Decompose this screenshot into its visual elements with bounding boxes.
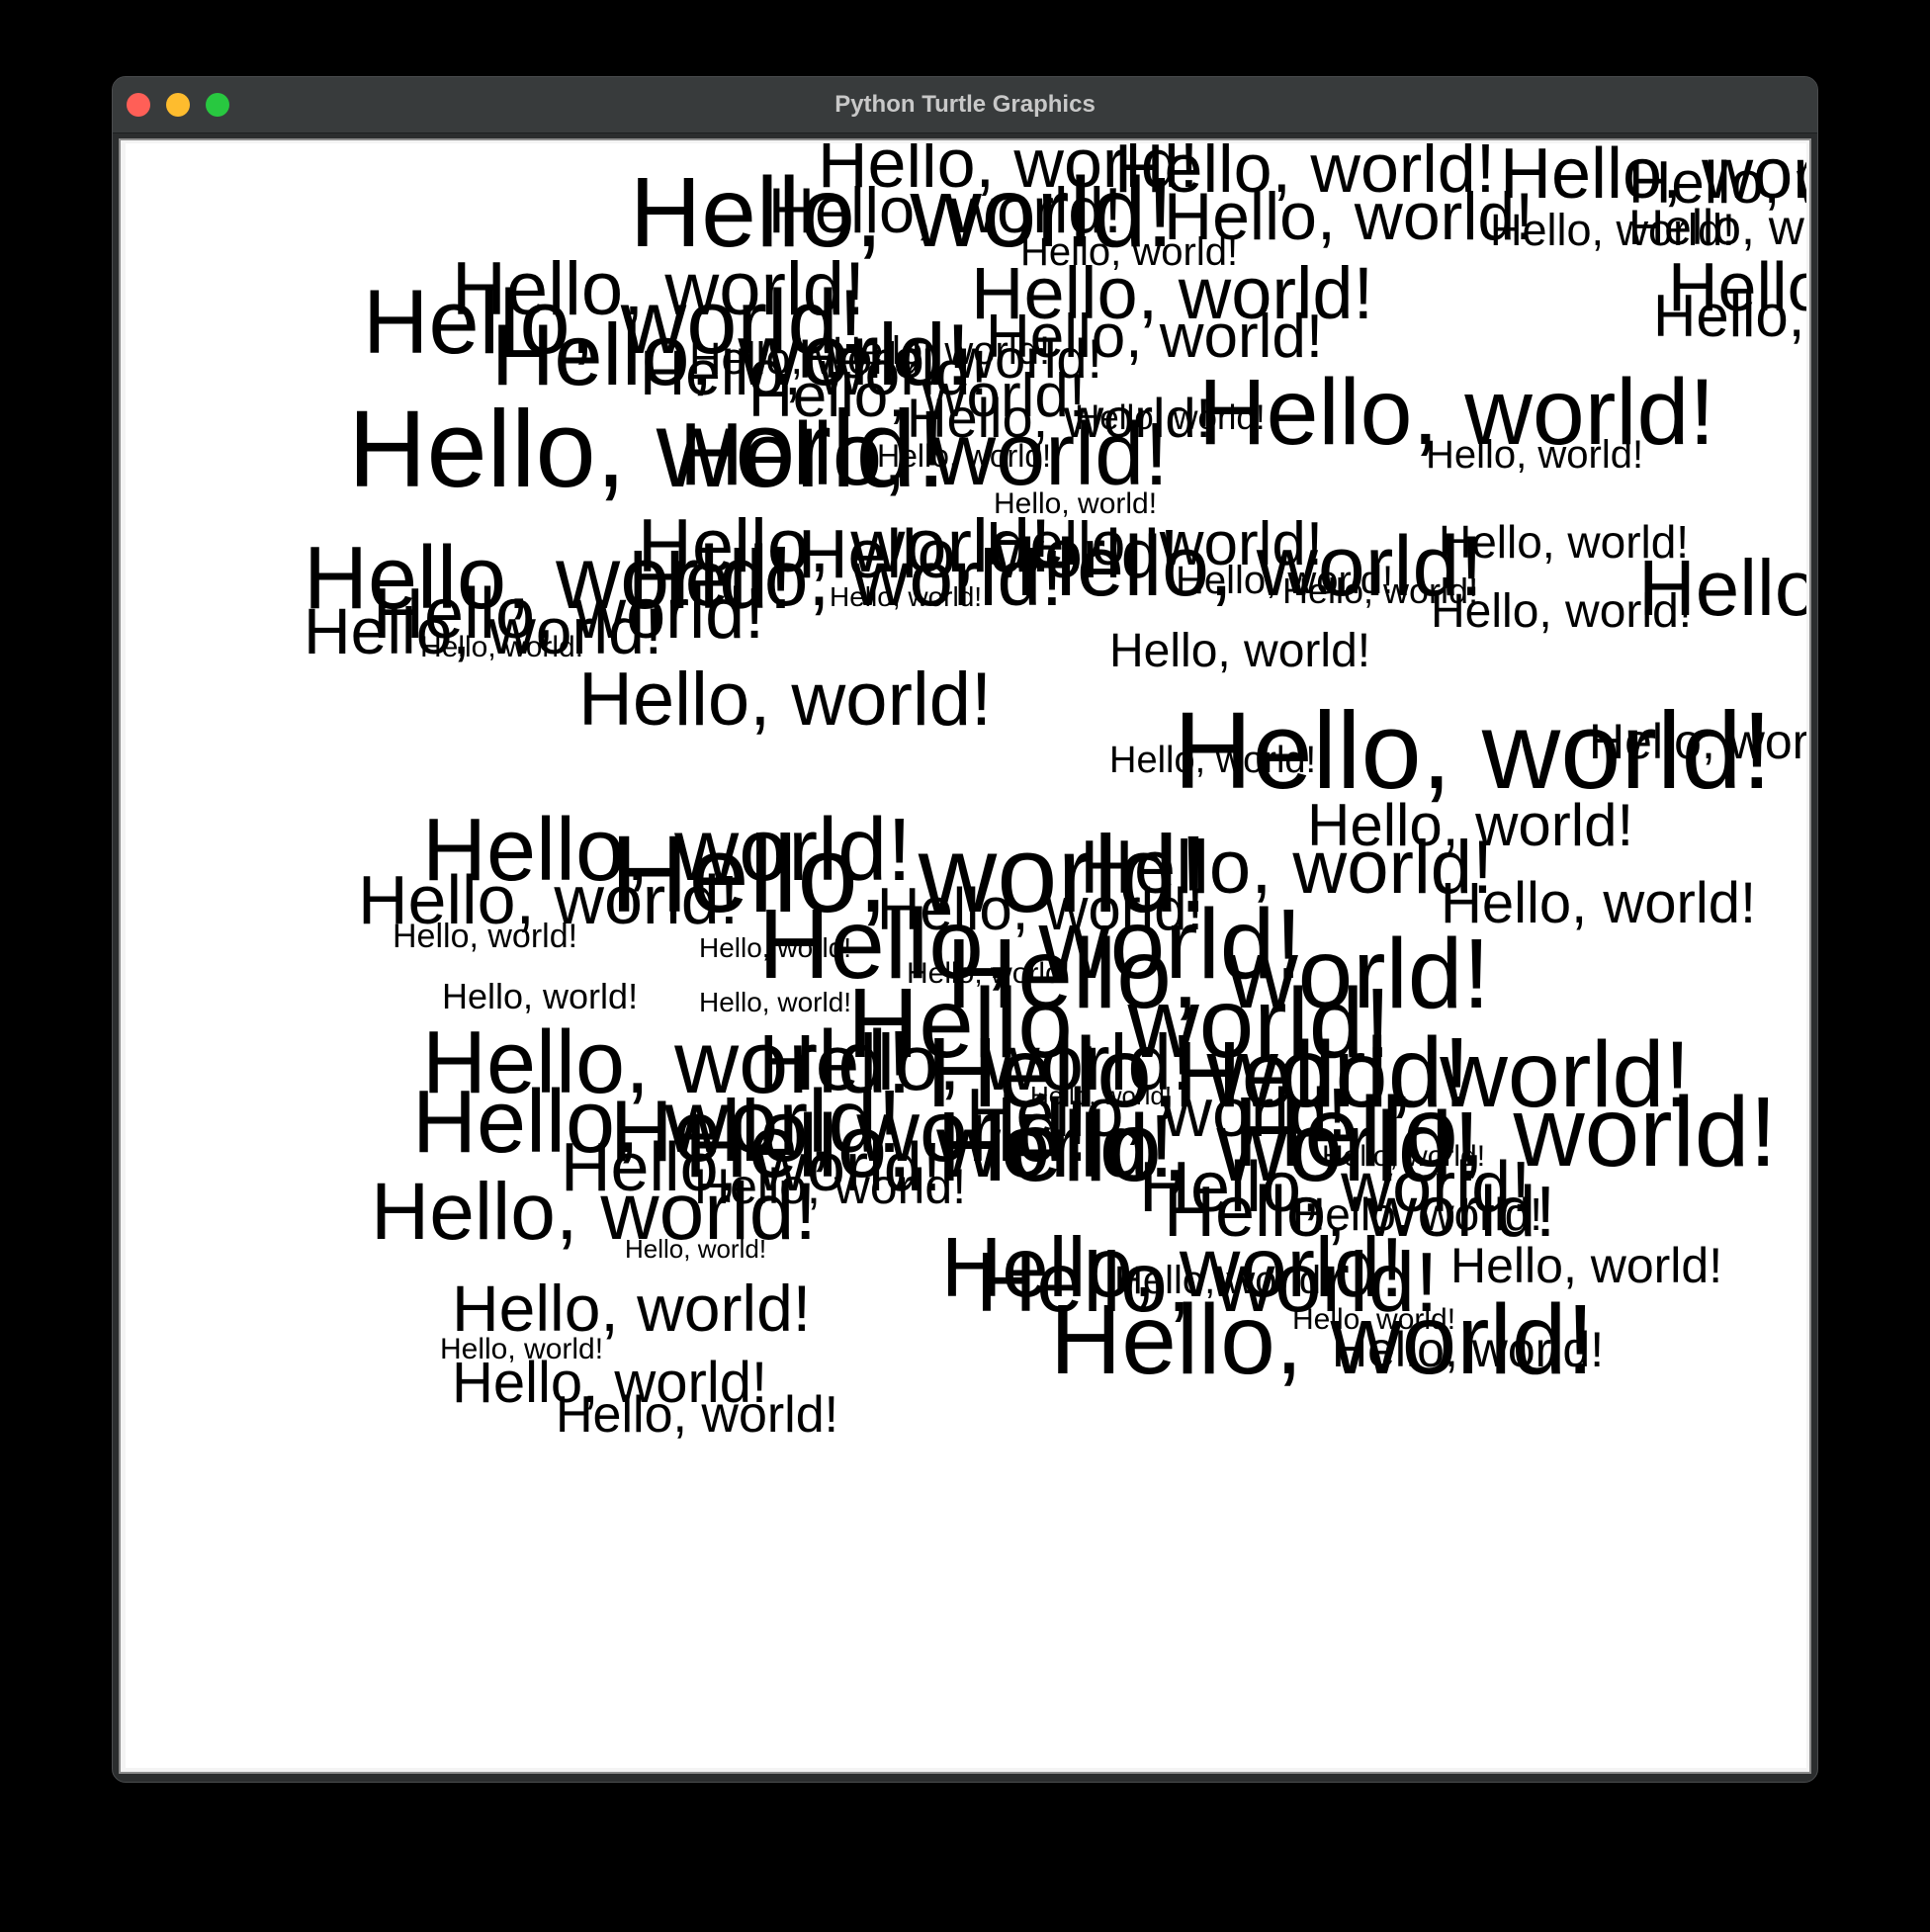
- turtle-canvas[interactable]: Hello, world!Hello, world!Hello, world!H…: [126, 143, 1806, 1768]
- stamped-text-47: Hello, world!: [578, 658, 993, 742]
- stamped-text-29: Hello, world!: [679, 405, 1170, 504]
- stamped-text-16: Hello, world!: [1653, 283, 1806, 349]
- stamped-text-64: Hello, world!: [699, 987, 852, 1017]
- stamped-text-38: Hello, world!: [830, 581, 983, 612]
- title-bar[interactable]: Python Turtle Graphics: [113, 77, 1817, 133]
- stamped-text-84: Hello, world!: [625, 1234, 767, 1264]
- turtle-window: Python Turtle Graphics Hello, world! Hell…: [112, 76, 1818, 1783]
- stamped-text-95: Hello, world!: [1050, 1284, 1595, 1395]
- stamped-text-26: Hello, world!: [1426, 433, 1644, 477]
- stamped-text-9: Hello, world!: [1628, 200, 1806, 255]
- stamped-text-58: Hello, world!: [393, 918, 578, 955]
- window-title: Python Turtle Graphics: [834, 91, 1096, 118]
- stamped-text-41: Hello, world!: [1638, 544, 1806, 632]
- stamped-text-88: Hello, world!: [556, 1386, 839, 1444]
- stamped-text-46: Hello, world!: [1109, 625, 1371, 677]
- canvas-frame: Hello, world!Hello, world!Hello, world!H…: [119, 138, 1811, 1774]
- stamped-text-63: Hello, world!: [442, 976, 639, 1016]
- stamped-text-50: Hello, world!: [1589, 714, 1806, 769]
- stamped-text-45: Hello, world!: [420, 631, 584, 663]
- stamped-text-92: Hello, world!: [1450, 1238, 1723, 1293]
- stamped-text-85: Hello, world!: [452, 1272, 812, 1345]
